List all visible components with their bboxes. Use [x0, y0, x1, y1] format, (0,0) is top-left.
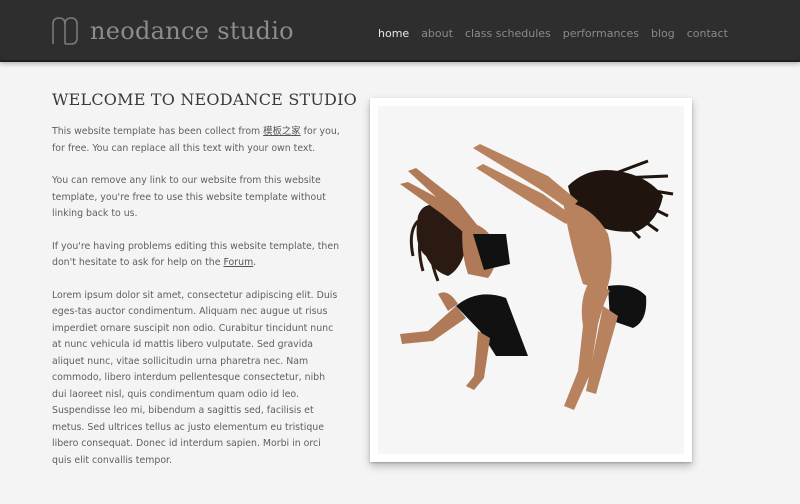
nav-about[interactable]: about: [421, 27, 453, 40]
logo-link[interactable]: neodance studio: [50, 14, 294, 48]
main-content: WELCOME TO NEODANCE STUDIO This website …: [52, 90, 357, 485]
source-link[interactable]: 模板之家: [263, 126, 301, 137]
intro-paragraph: This website template has been collect f…: [52, 124, 342, 157]
main-nav: home about class schedules performances …: [378, 24, 728, 43]
nav-contact[interactable]: contact: [687, 27, 728, 40]
dancers-photo: [378, 106, 684, 454]
nav-class-schedules[interactable]: class schedules: [465, 27, 551, 40]
help-text-pre: If you're having problems editing this w…: [52, 240, 340, 269]
left-dancer-figure: [400, 168, 528, 390]
forum-link[interactable]: Forum: [223, 257, 253, 268]
intro-text-pre: This website template has been collect f…: [52, 126, 264, 137]
nav-blog[interactable]: blog: [651, 27, 675, 40]
nav-performances[interactable]: performances: [563, 27, 639, 40]
page-title: WELCOME TO NEODANCE STUDIO: [52, 90, 357, 109]
dancers-illustration: [400, 144, 674, 410]
lorem-paragraph: Lorem ipsum dolor sit amet, consectetur …: [52, 289, 338, 466]
site-header: neodance studio home about class schedul…: [0, 0, 800, 62]
help-paragraph: If you're having problems editing this w…: [52, 239, 342, 272]
nav-home[interactable]: home: [378, 27, 409, 40]
help-text-post: .: [253, 257, 257, 268]
link-removal-paragraph: You can remove any link to our website f…: [52, 175, 326, 219]
featured-photo-frame: [370, 98, 692, 462]
logo-icon: [52, 17, 78, 45]
right-dancer-figure: [473, 144, 674, 410]
site-name: neodance studio: [90, 17, 294, 45]
